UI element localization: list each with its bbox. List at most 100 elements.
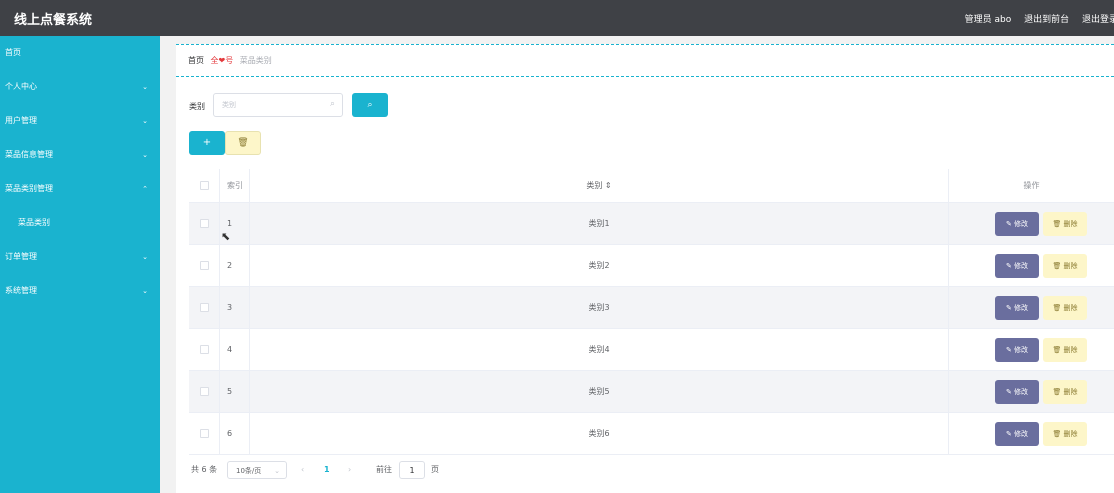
edit-button[interactable]: ✎ 修改 bbox=[995, 295, 1039, 320]
table-row: 4 类别4 ✎ 修改 🗑 删除 bbox=[189, 329, 1114, 371]
logout-link[interactable]: 退出登录 bbox=[1082, 15, 1114, 25]
chevron-down-icon: ⌄ bbox=[142, 117, 148, 125]
table-header-row: 索引 类别 ⇕ 操作 bbox=[189, 169, 1114, 203]
row-index: 2 bbox=[220, 245, 250, 286]
table-row: 3 类别3 ✎ 修改 🗑 删除 bbox=[189, 287, 1114, 329]
plus-icon: + bbox=[202, 137, 212, 148]
row-checkbox[interactable] bbox=[199, 219, 209, 228]
search-label: 类别 bbox=[189, 102, 205, 111]
row-checkbox-cell bbox=[189, 371, 220, 412]
row-index: 4 bbox=[220, 329, 250, 370]
row-index: 6 bbox=[220, 413, 250, 454]
delete-button[interactable]: 🗑 删除 bbox=[1043, 295, 1087, 320]
row-checkbox[interactable] bbox=[199, 261, 209, 270]
row-checkbox-cell bbox=[189, 287, 220, 328]
next-page-icon[interactable]: › bbox=[348, 461, 351, 479]
delete-button[interactable]: 🗑 删除 bbox=[1043, 253, 1087, 278]
row-category: 类别4 bbox=[250, 329, 949, 370]
edit-button[interactable]: ✎ 修改 bbox=[995, 253, 1039, 278]
main-content: 首页 全❤号 菜品类别 类别 ⌕ ⌕ + 🗑 索引 类别 ⇕ 操作 1 类别1 … bbox=[176, 44, 1114, 493]
sidebar-item-label: 菜品信息管理 bbox=[5, 150, 53, 159]
chevron-down-icon: ⌄ bbox=[142, 151, 148, 159]
row-checkbox-cell bbox=[189, 413, 220, 454]
sidebar-item-label: 个人中心 bbox=[5, 82, 37, 91]
header-index: 索引 bbox=[220, 169, 250, 202]
table-row: 1 类别1 ✎ 修改 🗑 删除 bbox=[189, 203, 1114, 245]
edit-button[interactable]: ✎ 修改 bbox=[995, 337, 1039, 362]
bulk-delete-button[interactable]: 🗑 bbox=[225, 131, 261, 155]
sidebar-item-system-management[interactable]: 系统管理 ⌄ bbox=[0, 274, 160, 308]
select-all-checkbox[interactable] bbox=[199, 181, 209, 190]
header-category[interactable]: 类别 ⇕ bbox=[250, 169, 949, 202]
row-actions: ✎ 修改 🗑 删除 bbox=[949, 287, 1114, 328]
app-title: 线上点餐系统 bbox=[14, 13, 93, 28]
search-input[interactable] bbox=[222, 94, 322, 116]
chevron-down-icon: ⌄ bbox=[274, 467, 280, 475]
top-header: 线上点餐系统 管理员 abo 退出到前台 退出登录 bbox=[0, 0, 1114, 36]
edit-button[interactable]: ✎ 修改 bbox=[995, 211, 1039, 236]
delete-button[interactable]: 🗑 删除 bbox=[1043, 337, 1087, 362]
sidebar-item-home[interactable]: 首页 bbox=[0, 36, 160, 70]
search-button[interactable]: ⌕ bbox=[352, 93, 388, 117]
page-unit-label: 页 bbox=[431, 465, 439, 474]
row-category: 类别5 bbox=[250, 371, 949, 412]
row-checkbox[interactable] bbox=[199, 345, 209, 354]
breadcrumb-home[interactable]: 首页 bbox=[188, 56, 204, 65]
search-icon: ⌕ bbox=[367, 100, 373, 110]
trash-icon: 🗑 bbox=[237, 138, 249, 148]
sidebar-item-label: 菜品类别管理 bbox=[5, 184, 53, 193]
table-row: 2 类别2 ✎ 修改 🗑 删除 bbox=[189, 245, 1114, 287]
sidebar-item-personal-center[interactable]: 个人中心 ⌄ bbox=[0, 70, 160, 104]
breadcrumb-current: 菜品类别 bbox=[239, 56, 272, 65]
header-checkbox-cell bbox=[189, 169, 220, 202]
row-checkbox[interactable] bbox=[199, 429, 209, 438]
row-checkbox-cell bbox=[189, 203, 220, 244]
row-actions: ✎ 修改 🗑 删除 bbox=[949, 413, 1114, 454]
breadcrumb-divider bbox=[176, 76, 1114, 77]
goto-label: 前往 bbox=[376, 465, 392, 474]
sidebar: 首页 个人中心 ⌄ 用户管理 ⌄ 菜品信息管理 ⌄ 菜品类别管理 ⌃ 菜品类别 … bbox=[0, 36, 160, 493]
row-checkbox[interactable] bbox=[199, 387, 209, 396]
row-actions: ✎ 修改 🗑 删除 bbox=[949, 245, 1114, 286]
sidebar-item-user-management[interactable]: 用户管理 ⌄ bbox=[0, 104, 160, 138]
row-category: 类别6 bbox=[250, 413, 949, 454]
table-row: 6 类别6 ✎ 修改 🗑 删除 bbox=[189, 413, 1114, 455]
goto-page-input[interactable]: 1 bbox=[399, 461, 425, 479]
back-to-front-link[interactable]: 退出到前台 bbox=[1024, 15, 1069, 25]
admin-label: 管理员 abo bbox=[964, 15, 1012, 25]
chevron-up-icon: ⌃ bbox=[142, 185, 148, 193]
page-size-value: 10条/页 bbox=[236, 467, 262, 475]
sidebar-item-label: 系统管理 bbox=[5, 286, 37, 295]
delete-button[interactable]: 🗑 删除 bbox=[1043, 379, 1087, 404]
sidebar-item-order-management[interactable]: 订单管理 ⌄ bbox=[0, 240, 160, 274]
header-actions: 管理员 abo 退出到前台 退出登录 bbox=[965, 12, 1114, 25]
sidebar-item-dish-category-management[interactable]: 菜品类别管理 ⌃ bbox=[0, 172, 160, 206]
page-size-select[interactable]: 10条/页 ⌄ bbox=[227, 461, 287, 479]
sidebar-item-dish-category[interactable]: 菜品类别 bbox=[0, 206, 160, 240]
row-index: 5 bbox=[220, 371, 250, 412]
delete-button[interactable]: 🗑 删除 bbox=[1043, 211, 1087, 236]
breadcrumb-separator: 全❤号 bbox=[210, 56, 234, 65]
row-actions: ✎ 修改 🗑 删除 bbox=[949, 371, 1114, 412]
row-category: 类别3 bbox=[250, 287, 949, 328]
row-checkbox-cell bbox=[189, 329, 220, 370]
header-actions: 操作 bbox=[1023, 181, 1040, 190]
search-icon: ⌕ bbox=[329, 99, 335, 109]
add-button[interactable]: + bbox=[189, 131, 225, 155]
mouse-cursor-icon: ⬉ bbox=[221, 230, 231, 243]
row-category: 类别1 bbox=[250, 203, 949, 244]
edit-button[interactable]: ✎ 修改 bbox=[995, 379, 1039, 404]
sidebar-item-label: 菜品类别 bbox=[18, 218, 50, 227]
edit-button[interactable]: ✎ 修改 bbox=[995, 421, 1039, 446]
row-checkbox[interactable] bbox=[199, 303, 209, 312]
prev-page-icon[interactable]: ‹ bbox=[301, 461, 304, 479]
search-field[interactable]: ⌕ bbox=[213, 93, 343, 117]
chevron-down-icon: ⌄ bbox=[142, 83, 148, 91]
category-table: 索引 类别 ⇕ 操作 1 类别1 ✎ 修改 🗑 删除 2 类别2 ✎ 修改 🗑 … bbox=[189, 169, 1114, 455]
page-number[interactable]: 1 bbox=[324, 461, 330, 479]
sidebar-item-label: 订单管理 bbox=[5, 252, 37, 261]
sidebar-item-label: 首页 bbox=[5, 48, 21, 57]
sidebar-item-label: 用户管理 bbox=[5, 116, 37, 125]
delete-button[interactable]: 🗑 删除 bbox=[1043, 421, 1087, 446]
sidebar-item-dish-info[interactable]: 菜品信息管理 ⌄ bbox=[0, 138, 160, 172]
